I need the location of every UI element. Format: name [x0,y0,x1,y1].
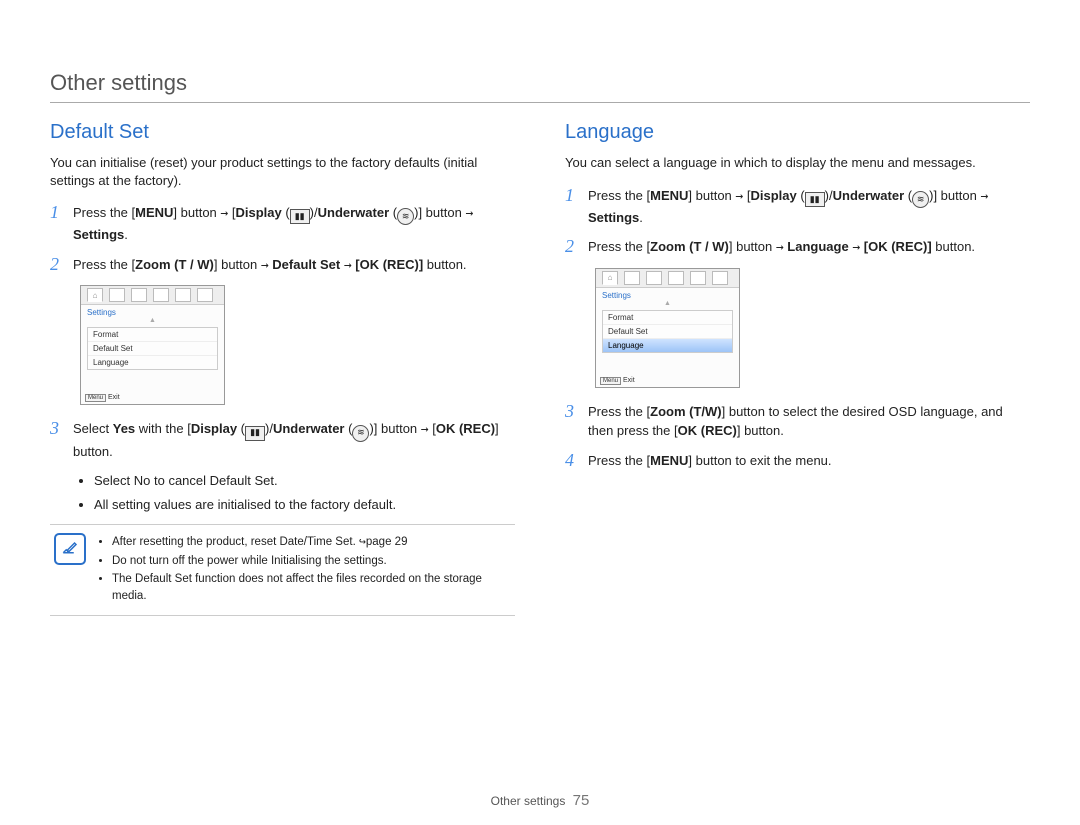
step-1-left: Press the [MENU] button → [Display (▮▮)/… [73,203,515,245]
note-item: The Default Set function does not affect… [112,571,511,604]
underwater-icon: ≋ [397,208,414,225]
col-language: Language You can select a language in wh… [565,121,1030,616]
screen-tab-icon [153,288,169,302]
step-3-left: Select Yes with the [Display (▮▮)/Underw… [73,419,515,461]
page-title: Other settings [50,70,1030,96]
screen-tab-icon [690,271,706,285]
settings-screenshot-left: ⌂ Settings ▲ FormatDefault SetLanguage M… [80,285,225,405]
display-icon: ▮▮ [245,426,265,441]
bullet-item: All setting values are initialised to th… [94,495,515,515]
step-1-right: Press the [MENU] button → [Display (▮▮)/… [588,186,1030,228]
step-number: 3 [50,419,59,437]
screen-tab-icon [646,271,662,285]
note-box: After resetting the product, reset Date/… [50,524,515,616]
screen-menu-pill: Menu [600,377,621,385]
screen-tab-icon [109,288,125,302]
display-icon: ▮▮ [290,209,310,224]
step-number: 3 [565,402,574,420]
step-3-right: Press the [Zoom (T/W)] button to select … [588,402,1030,441]
step-number: 4 [565,451,574,469]
screen-list-item: Format [603,311,732,325]
col-default-set: Default Set You can initialise (reset) y… [50,121,515,616]
step-number: 1 [50,203,59,221]
section-title-default-set: Default Set [50,121,515,144]
step-4-right: Press the [MENU] button to exit the menu… [588,451,832,471]
screen-tab-icon: ⌂ [87,288,103,302]
display-icon: ▮▮ [805,192,825,207]
title-rule [50,102,1030,103]
screen-tab-icon [668,271,684,285]
note-icon [54,533,86,565]
screen-exit-label: Exit [108,394,120,401]
step-2-left: Press the [Zoom (T / W)] button → Defaul… [73,255,467,276]
bullet-item: Select No to cancel Default Set. [94,471,515,491]
screen-tab-icon [624,271,640,285]
default-set-intro: You can initialise (reset) your product … [50,154,515,189]
screen-menu-pill: Menu [85,394,106,402]
screen-list-item: Default Set [603,325,732,339]
step-2-right: Press the [Zoom (T / W)] button → Langua… [588,237,975,258]
screen-list-item: Format [88,328,217,342]
page-footer: Other settings 75 [0,792,1080,809]
language-intro: You can select a language in which to di… [565,154,1030,172]
screen-tab-icon [131,288,147,302]
screen-tab-icon [712,271,728,285]
screen-settings-label: Settings [596,288,739,300]
note-item: Do not turn off the power while Initiali… [112,553,511,570]
step-number: 2 [50,255,59,273]
section-title-language: Language [565,121,1030,144]
screen-list-item: Language [88,356,217,369]
screen-list-item: Default Set [88,342,217,356]
step-number: 2 [565,237,574,255]
screen-exit-label: Exit [623,377,635,384]
step-number: 1 [565,186,574,204]
screen-list-item: Language [603,339,732,352]
screen-settings-label: Settings [81,305,224,317]
underwater-icon: ≋ [352,425,369,442]
underwater-icon: ≋ [912,191,929,208]
screen-tab-icon: ⌂ [602,271,618,285]
note-item: After resetting the product, reset Date/… [112,533,511,551]
screen-tab-icon [197,288,213,302]
settings-screenshot-right: ⌂ Settings ▲ FormatDefault SetLanguage M… [595,268,740,388]
screen-tab-icon [175,288,191,302]
